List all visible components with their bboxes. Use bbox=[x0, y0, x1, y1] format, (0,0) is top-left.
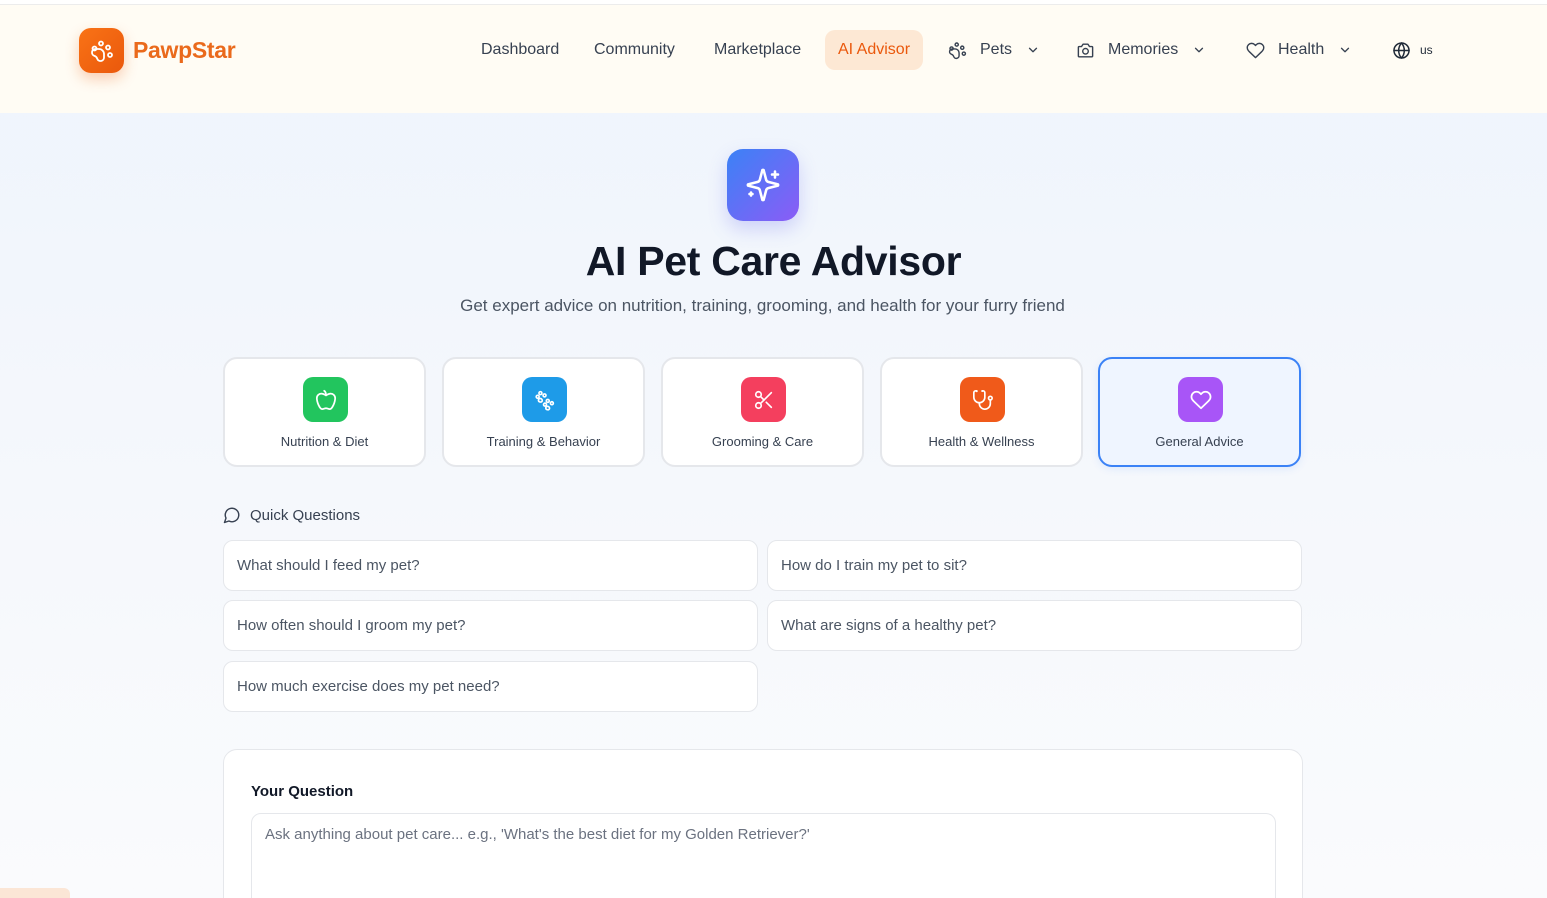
paw-icon bbox=[90, 40, 113, 62]
nav-marketplace-label: Marketplace bbox=[714, 41, 802, 58]
hero-badge bbox=[727, 149, 799, 221]
nav-pets-dropdown[interactable]: Pets bbox=[948, 30, 1040, 70]
category-general[interactable]: General Advice bbox=[1098, 357, 1301, 467]
nav-community-label: Community bbox=[594, 41, 675, 58]
quick-question-text: How much exercise does my pet need? bbox=[237, 678, 500, 695]
quick-question-text: What should I feed my pet? bbox=[237, 557, 420, 574]
nav-ai-advisor[interactable]: AI Advisor bbox=[825, 30, 924, 70]
category-label: General Advice bbox=[1155, 434, 1244, 449]
question-form-card: Your Question bbox=[223, 749, 1303, 898]
quick-question-text: What are signs of a healthy pet? bbox=[781, 617, 997, 634]
page-title: AI Pet Care Advisor bbox=[585, 238, 962, 284]
category-label: Grooming & Care bbox=[711, 434, 814, 449]
category-icon-box bbox=[1178, 377, 1223, 422]
app-name[interactable]: PawpStar bbox=[133, 37, 236, 64]
quick-questions-heading: Quick Questions bbox=[223, 506, 360, 524]
globe-icon bbox=[1393, 41, 1410, 59]
chevron-down-icon bbox=[1195, 47, 1204, 53]
paw-icon bbox=[948, 41, 967, 59]
quick-question-text: How often should I groom my pet? bbox=[237, 617, 466, 634]
app-header: PawpStar Dashboard Community Marketplace… bbox=[0, 5, 1547, 113]
category-label: Health & Wellness bbox=[928, 434, 1035, 449]
chevron-down-icon bbox=[1341, 47, 1350, 53]
language-selector[interactable]: us bbox=[1392, 30, 1433, 70]
nav-community[interactable]: Community bbox=[594, 30, 675, 70]
category-icon-box bbox=[960, 377, 1005, 422]
quick-question-button[interactable]: How often should I groom my pet? bbox=[223, 600, 758, 651]
category-nutrition[interactable]: Nutrition & Diet bbox=[223, 357, 426, 467]
heart-icon bbox=[1246, 42, 1265, 58]
nav-marketplace[interactable]: Marketplace bbox=[714, 30, 801, 70]
paw-training-icon bbox=[534, 390, 554, 411]
nav-dashboard[interactable]: Dashboard bbox=[481, 30, 559, 70]
heart-icon bbox=[1190, 390, 1211, 409]
nav-health-dropdown[interactable]: Health bbox=[1246, 30, 1352, 70]
category-grooming[interactable]: Grooming & Care bbox=[661, 357, 864, 467]
category-health[interactable]: Health & Wellness bbox=[880, 357, 1083, 467]
quick-question-button[interactable]: What are signs of a healthy pet? bbox=[767, 600, 1302, 651]
category-icon-box bbox=[741, 377, 786, 422]
quick-question-button[interactable]: What should I feed my pet? bbox=[223, 540, 758, 591]
apple-icon bbox=[315, 389, 336, 410]
nav-memories-label: Memories bbox=[1108, 41, 1179, 58]
question-label: Your Question bbox=[251, 783, 354, 800]
language-code: us bbox=[1420, 43, 1433, 57]
sparkles-icon bbox=[746, 168, 780, 202]
quick-questions-title: Quick Questions bbox=[250, 506, 361, 524]
quick-question-button[interactable]: How much exercise does my pet need? bbox=[223, 661, 758, 712]
page-subtitle: Get expert advice on nutrition, training… bbox=[460, 296, 1065, 315]
category-label: Training & Behavior bbox=[486, 434, 601, 449]
stethoscope-icon bbox=[972, 389, 993, 410]
nav-pets-label: Pets bbox=[980, 41, 1013, 58]
logo[interactable] bbox=[79, 28, 124, 73]
category-icon-box bbox=[303, 377, 348, 422]
category-training[interactable]: Training & Behavior bbox=[442, 357, 645, 467]
question-input[interactable] bbox=[251, 813, 1276, 898]
nav-health-label: Health bbox=[1278, 41, 1325, 58]
corner-widget-tab[interactable] bbox=[0, 888, 70, 898]
category-label: Nutrition & Diet bbox=[280, 434, 369, 449]
message-circle-icon bbox=[223, 507, 240, 524]
nav-dashboard-label: Dashboard bbox=[481, 41, 560, 58]
quick-question-text: How do I train my pet to sit? bbox=[781, 557, 967, 574]
chevron-down-icon bbox=[1028, 47, 1038, 53]
camera-icon bbox=[1077, 42, 1094, 58]
category-icon-box bbox=[522, 377, 567, 422]
nav-ai-advisor-label: AI Advisor bbox=[838, 41, 911, 58]
scissors-icon bbox=[754, 390, 772, 409]
quick-question-button[interactable]: How do I train my pet to sit? bbox=[767, 540, 1302, 591]
nav-memories-dropdown[interactable]: Memories bbox=[1076, 30, 1206, 70]
